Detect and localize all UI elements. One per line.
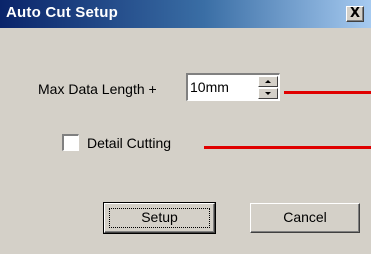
close-button[interactable]: X: [346, 6, 364, 22]
spin-down-button[interactable]: [258, 88, 278, 99]
cancel-button[interactable]: Cancel: [250, 203, 360, 233]
annotation-line-detail-cutting: [204, 146, 371, 149]
max-data-length-label: Max Data Length +: [38, 81, 157, 97]
focus-rectangle: [109, 208, 210, 228]
max-data-length-spinbox[interactable]: [186, 73, 280, 101]
arrow-up-icon: [265, 80, 271, 83]
setup-button[interactable]: Setup: [103, 202, 216, 234]
title-bar[interactable]: Auto Cut Setup X: [0, 0, 371, 28]
auto-cut-setup-dialog: Auto Cut Setup X Max Data Length + Detai…: [0, 0, 371, 254]
detail-cutting-checkbox[interactable]: [62, 134, 79, 151]
arrow-down-icon: [265, 92, 271, 95]
close-icon: X: [349, 6, 361, 21]
spin-up-button[interactable]: [258, 76, 278, 87]
max-data-length-input[interactable]: [190, 78, 252, 96]
detail-cutting-label[interactable]: Detail Cutting: [87, 135, 171, 151]
spin-buttons: [258, 76, 278, 99]
annotation-line-max-data-length: [284, 91, 371, 94]
cancel-button-label: Cancel: [283, 209, 327, 225]
window-title: Auto Cut Setup: [6, 4, 118, 21]
